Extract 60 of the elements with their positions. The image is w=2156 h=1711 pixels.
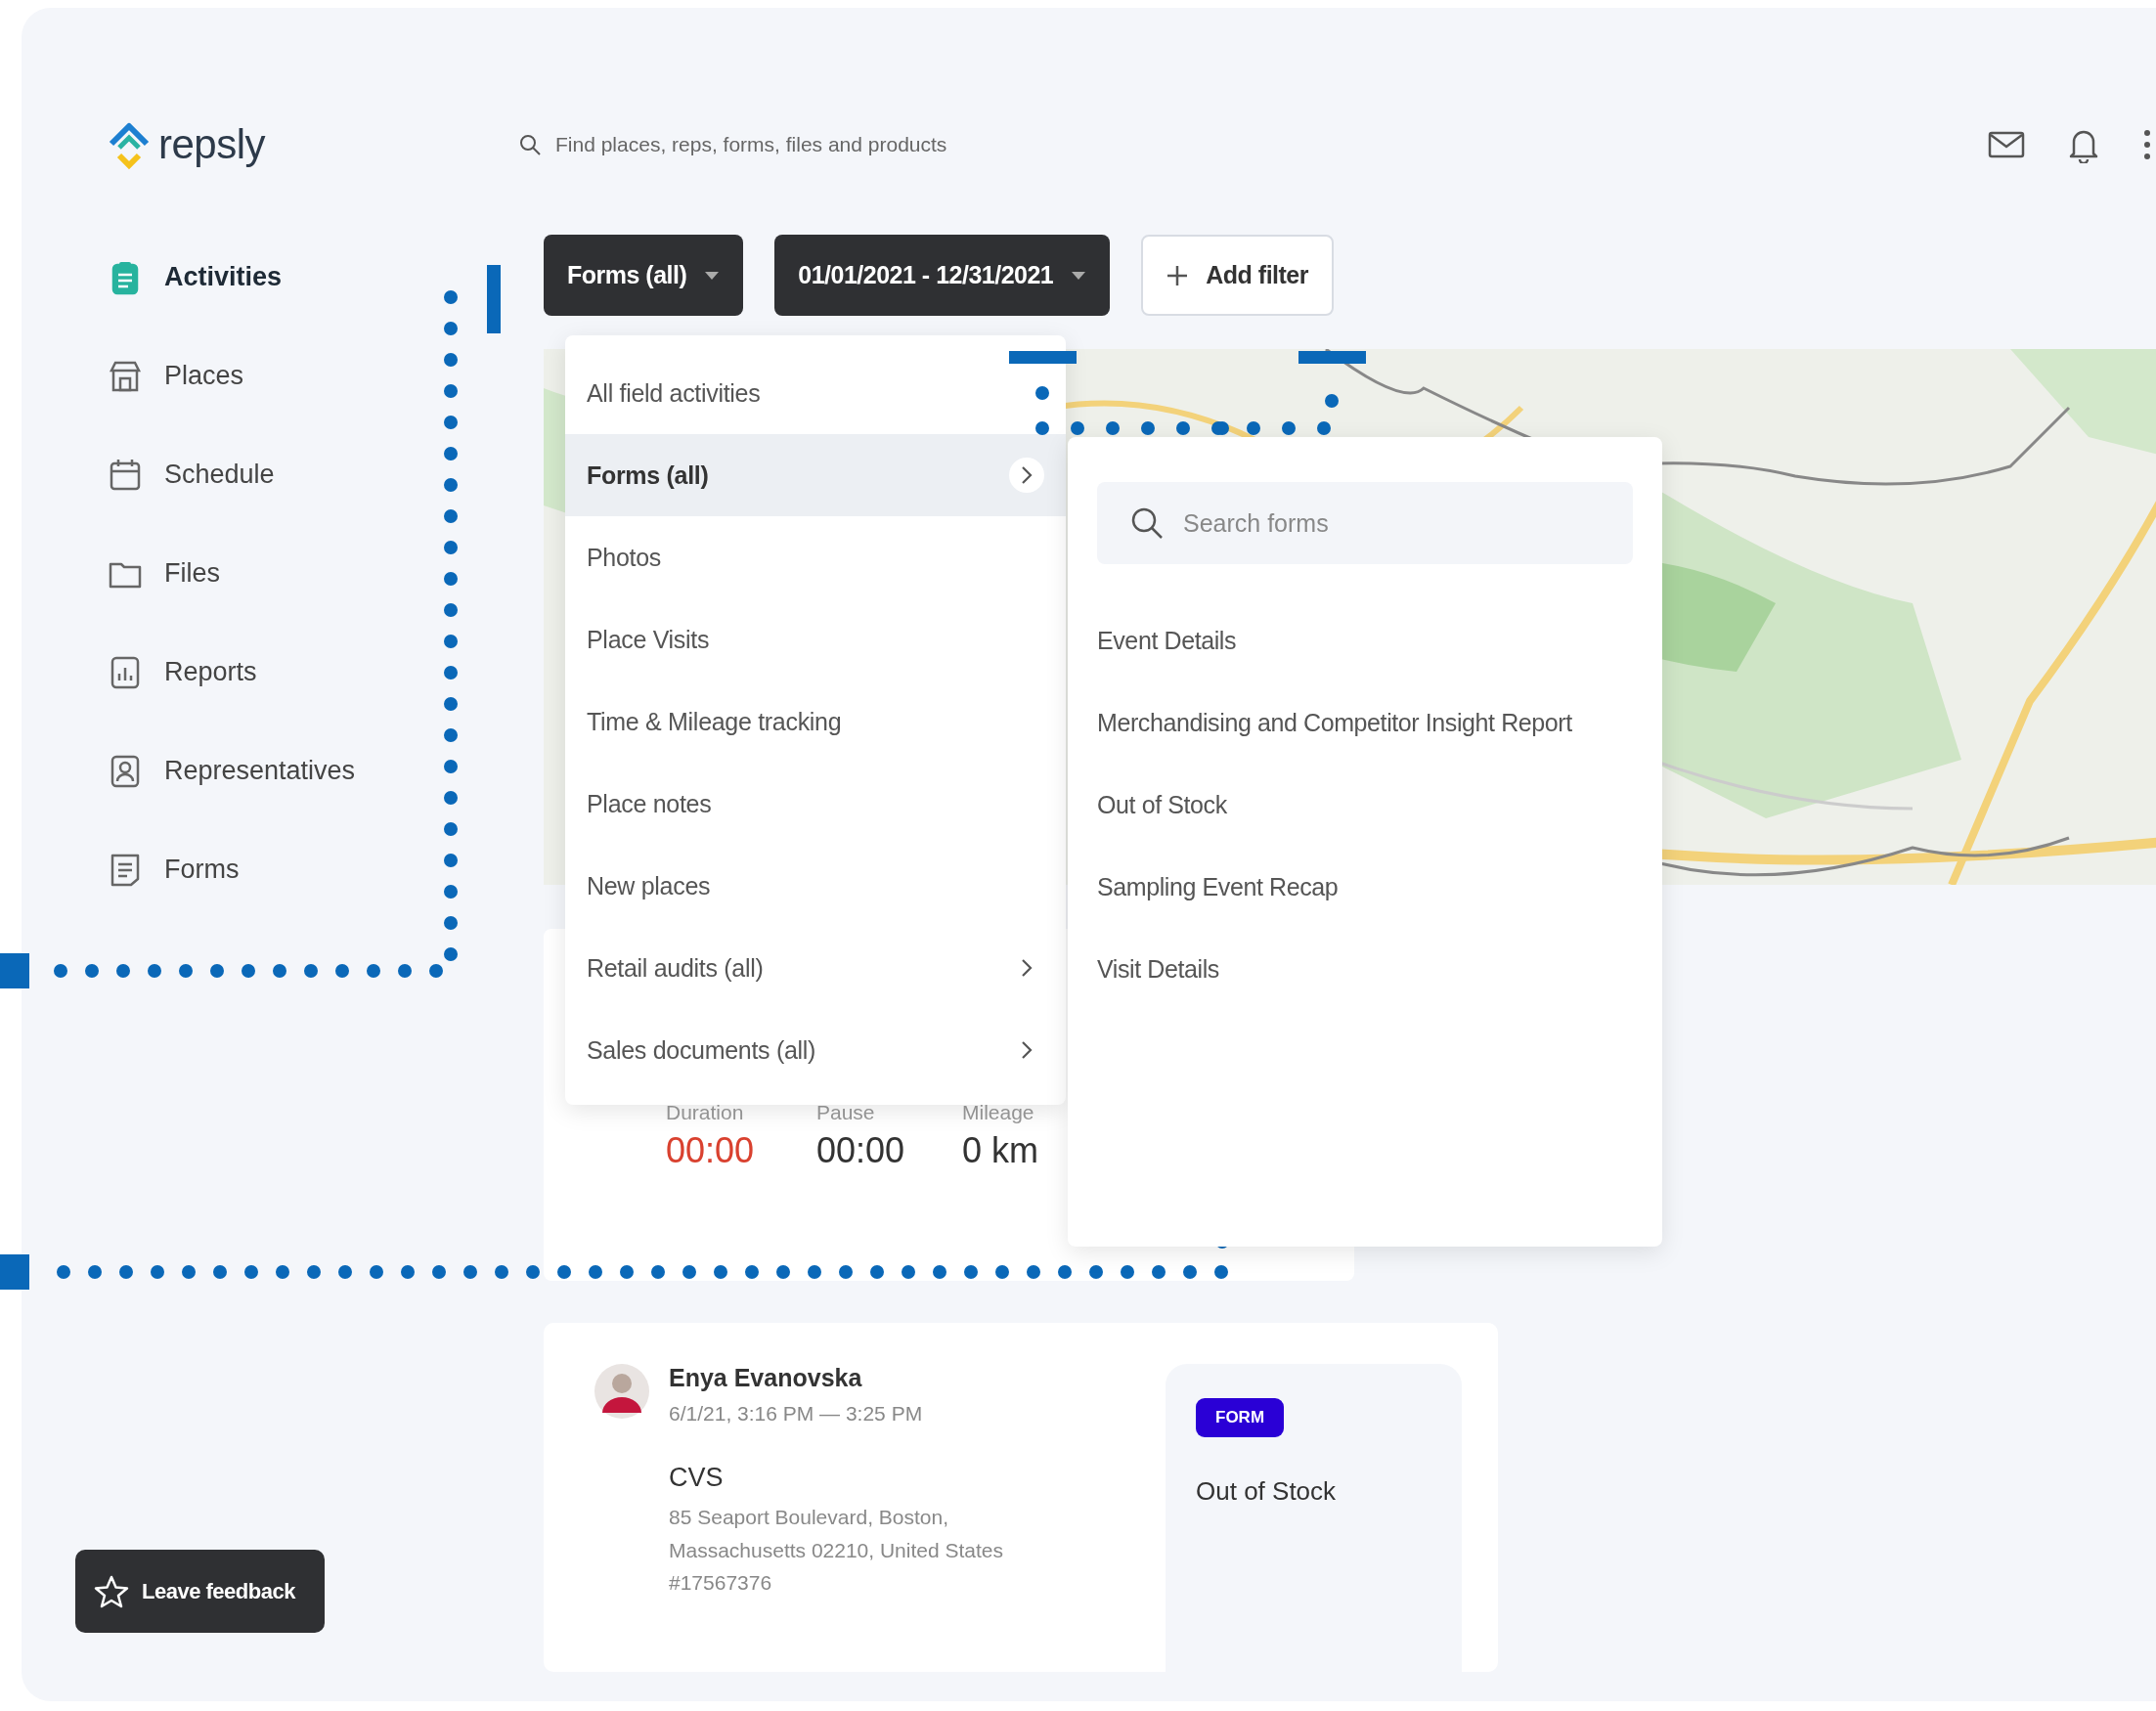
menu-item[interactable]: Sampling Event Recap bbox=[1097, 846, 1633, 928]
avatar-icon bbox=[594, 1364, 649, 1419]
menu-item-label: Forms (all) bbox=[587, 461, 709, 490]
filter-dropdown[interactable]: 01/01/2021 - 12/31/2021 bbox=[774, 235, 1111, 316]
visit-time: 6/1/21, 3:16 PM — 3:25 PM bbox=[669, 1402, 924, 1426]
feedback-button[interactable]: Leave feedback bbox=[75, 1550, 325, 1633]
menu-item[interactable]: Place notes bbox=[565, 763, 1066, 845]
place-name: CVS bbox=[669, 1463, 725, 1493]
menu-item[interactable]: Retail audits (all) bbox=[565, 927, 1066, 1009]
sidebar-item[interactable]: Forms bbox=[108, 820, 544, 919]
form-name: Out of Stock bbox=[1196, 1476, 1338, 1507]
place-address: 85 Seaport Boulevard, Boston, Massachusetts 02210, United States bbox=[669, 1505, 1004, 1563]
menu-item-label: Time & Mileage tracking bbox=[587, 707, 842, 736]
menu-item-label: Place Visits bbox=[587, 625, 710, 654]
sidebar-item[interactable]: Activities bbox=[108, 228, 544, 327]
search-icon bbox=[1130, 506, 1164, 540]
menu-item[interactable]: Visit Details bbox=[1097, 928, 1633, 1010]
plus-icon bbox=[1166, 264, 1189, 286]
menu-item-label: All field activities bbox=[587, 378, 761, 408]
menu-item[interactable]: Photos bbox=[565, 516, 1066, 598]
menu-item-label: Photos bbox=[587, 543, 662, 572]
stat-label: Duration bbox=[666, 1101, 745, 1124]
add-filter-button[interactable]: Add filter bbox=[1141, 235, 1334, 316]
search-icon bbox=[518, 133, 542, 156]
rep-name: Enya Evanovska bbox=[669, 1364, 863, 1392]
menu-item[interactable]: Time & Mileage tracking bbox=[565, 680, 1066, 763]
menu-item[interactable]: Sales documents (all) bbox=[565, 1009, 1066, 1091]
sidebar-item[interactable]: Places bbox=[108, 327, 544, 425]
caret-icon bbox=[704, 270, 721, 281]
search-field[interactable]: Find places, reps, forms, files and products bbox=[518, 133, 1988, 156]
logo-text: repsly bbox=[158, 121, 266, 168]
menu-item[interactable]: Out of Stock bbox=[1097, 764, 1633, 846]
sidebar-item[interactable]: Reports bbox=[108, 623, 544, 722]
menu-item-label: Place notes bbox=[587, 789, 712, 818]
calendar-icon bbox=[108, 457, 143, 493]
menu-item[interactable]: All field activities bbox=[565, 352, 1066, 434]
form-badge: FORM bbox=[1196, 1398, 1285, 1437]
stat-value: 0 km bbox=[962, 1130, 1039, 1171]
stat-value: 00:00 bbox=[816, 1130, 906, 1171]
star-icon bbox=[93, 1573, 130, 1609]
place-number: #17567376 bbox=[669, 1571, 773, 1595]
menu-item-label: Retail audits (all) bbox=[587, 953, 764, 983]
menu-item[interactable]: Event Details bbox=[1097, 599, 1633, 681]
sidebar-item[interactable]: Schedule bbox=[108, 425, 544, 524]
filter-dropdown[interactable]: Forms (all) bbox=[544, 235, 744, 316]
stat-value: 00:00 bbox=[666, 1130, 756, 1171]
menu-item-label: New places bbox=[587, 871, 711, 900]
menu-item[interactable]: New places bbox=[565, 845, 1066, 927]
stat-label: Pause bbox=[816, 1101, 876, 1124]
menu-item[interactable]: Forms (all) bbox=[565, 434, 1066, 516]
menu-item-label: Sales documents (all) bbox=[587, 1035, 816, 1065]
more-icon bbox=[2142, 128, 2152, 161]
stat-label: Mileage bbox=[962, 1101, 1035, 1124]
sidebar-item[interactable]: Representatives bbox=[108, 722, 544, 820]
sidebar-item[interactable]: Files bbox=[108, 524, 544, 623]
caret-icon bbox=[1071, 270, 1087, 281]
marker-bar bbox=[487, 265, 501, 333]
menu-item[interactable]: Merchandising and Competitor Insight Report bbox=[1097, 681, 1633, 764]
mail-icon bbox=[1988, 130, 2025, 159]
menu-item[interactable]: Place Visits bbox=[565, 598, 1066, 680]
